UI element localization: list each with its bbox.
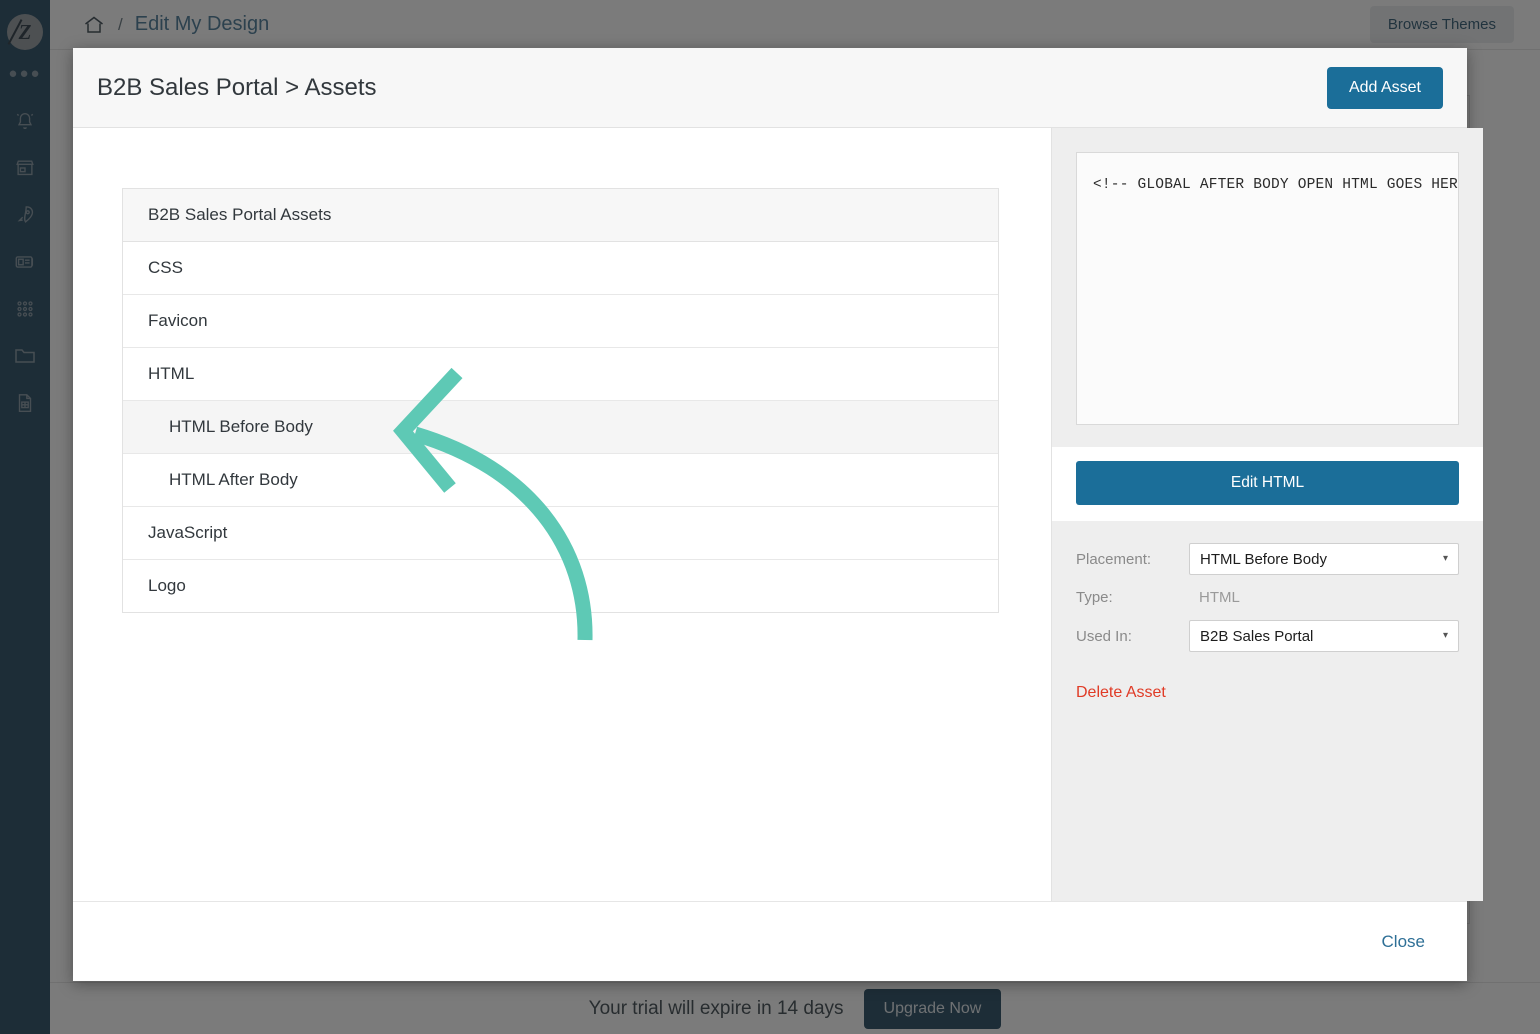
asset-list-header: B2B Sales Portal Assets xyxy=(123,189,998,242)
list-item-html-before-body[interactable]: HTML Before Body xyxy=(123,401,998,454)
modal-footer: Close xyxy=(73,901,1467,981)
delete-asset-link[interactable]: Delete Asset xyxy=(1076,684,1166,702)
list-item-favicon[interactable]: Favicon xyxy=(123,295,998,348)
modal-header: B2B Sales Portal > Assets Add Asset xyxy=(73,48,1467,128)
assets-modal: B2B Sales Portal > Assets Add Asset B2B … xyxy=(73,48,1483,981)
type-label: Type: xyxy=(1076,589,1113,606)
code-preview-wrap: <!-- GLOBAL AFTER BODY OPEN HTML GOES HE… xyxy=(1052,128,1483,447)
list-item-html[interactable]: HTML xyxy=(123,348,998,401)
used-in-row: Used In: B2B Sales Portal ▾ xyxy=(1076,620,1459,652)
edit-html-button[interactable]: Edit HTML xyxy=(1076,461,1459,505)
type-row: Type: HTML xyxy=(1076,589,1459,606)
list-item-javascript[interactable]: JavaScript xyxy=(123,507,998,560)
list-item-html-after-body[interactable]: HTML After Body xyxy=(123,454,998,507)
used-in-select[interactable]: B2B Sales Portal ▾ xyxy=(1189,620,1459,652)
add-asset-button[interactable]: Add Asset xyxy=(1326,66,1443,109)
asset-meta: Placement: HTML Before Body ▾ Type: HTML… xyxy=(1052,521,1483,702)
type-value: HTML xyxy=(1199,589,1240,606)
used-in-label: Used In: xyxy=(1076,627,1132,645)
edit-html-band: Edit HTML xyxy=(1052,447,1483,521)
modal-title: B2B Sales Portal > Assets xyxy=(97,73,377,101)
asset-list: B2B Sales Portal Assets CSS Favicon HTML… xyxy=(122,188,999,613)
modal-body: B2B Sales Portal Assets CSS Favicon HTML… xyxy=(73,128,1483,901)
used-in-value: B2B Sales Portal xyxy=(1200,627,1314,645)
code-preview-text: <!-- GLOBAL AFTER BODY OPEN HTML GOES HE… xyxy=(1093,177,1458,193)
placement-value: HTML Before Body xyxy=(1200,550,1327,568)
asset-list-pane: B2B Sales Portal Assets CSS Favicon HTML… xyxy=(73,128,1051,901)
placement-row: Placement: HTML Before Body ▾ xyxy=(1076,543,1459,575)
asset-detail-pane: <!-- GLOBAL AFTER BODY OPEN HTML GOES HE… xyxy=(1051,128,1483,901)
placement-select[interactable]: HTML Before Body ▾ xyxy=(1189,543,1459,575)
screen: Z ●●● xyxy=(0,0,1540,1034)
close-button[interactable]: Close xyxy=(1382,932,1425,952)
placement-label: Placement: xyxy=(1076,550,1152,568)
list-item-logo[interactable]: Logo xyxy=(123,560,998,612)
code-preview-box[interactable]: <!-- GLOBAL AFTER BODY OPEN HTML GOES HE… xyxy=(1076,152,1459,425)
chevron-down-icon: ▾ xyxy=(1442,553,1448,564)
list-item-css[interactable]: CSS xyxy=(123,242,998,295)
chevron-down-icon: ▾ xyxy=(1442,630,1448,641)
